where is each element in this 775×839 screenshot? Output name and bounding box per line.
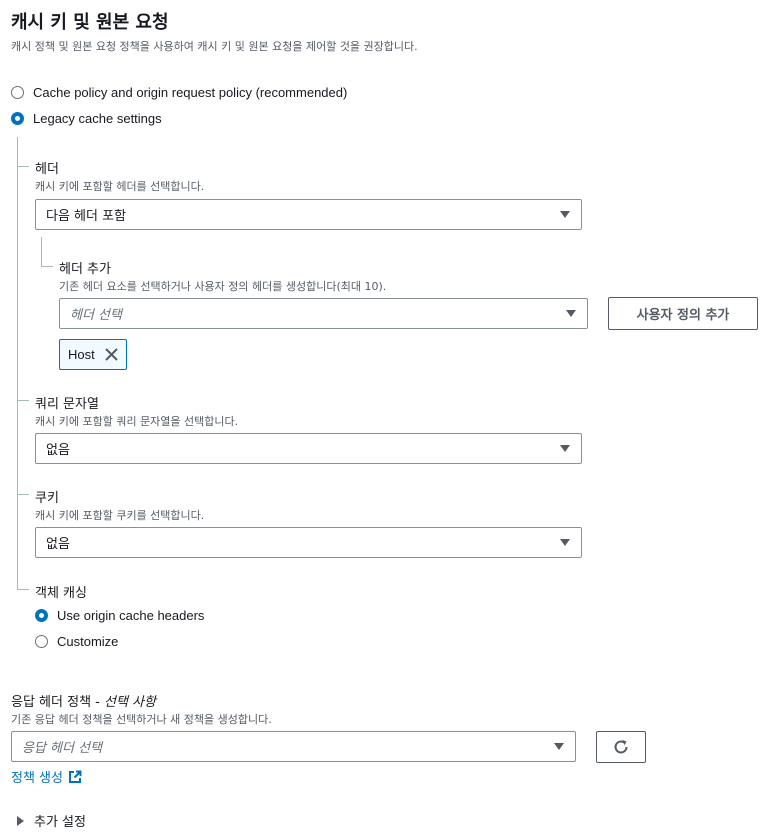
cookies-select-value: 없음 [46, 537, 70, 552]
headers-select[interactable]: 다음 헤더 포함 [35, 199, 582, 230]
radio-label: Cache policy and origin request policy (… [33, 85, 348, 100]
response-headers-label-text: 응답 헤더 정책 - [11, 695, 104, 710]
external-link-icon [68, 770, 82, 784]
add-header-description: 기존 헤더 요소를 선택하거나 사용자 정의 헤더를 생성합니다(최대 10). [59, 280, 387, 293]
tree-branch [17, 589, 29, 590]
radio-label: Customize [57, 634, 119, 649]
header-select[interactable]: 헤더 선택 [59, 298, 588, 329]
tree-branch [17, 494, 29, 495]
cookies-label: 쿠키 [35, 491, 59, 506]
tree-branch [17, 400, 29, 401]
radio-button[interactable] [35, 609, 48, 622]
additional-settings-expander[interactable]: 추가 설정 [17, 811, 86, 830]
tree-line [17, 137, 18, 590]
refresh-icon [612, 738, 630, 756]
create-policy-link-text[interactable]: 정책 생성 [11, 767, 63, 786]
add-header-label: 헤더 추가 [59, 262, 111, 277]
caret-down-icon [560, 211, 570, 218]
optional-text: 선택 사항 [103, 695, 156, 710]
radio-button[interactable] [11, 112, 24, 125]
response-headers-select[interactable]: 응답 헤더 선택 [11, 731, 576, 762]
close-icon[interactable] [105, 348, 118, 361]
caret-down-icon [554, 743, 564, 750]
tree-branch [17, 166, 29, 167]
section-description: 캐시 정책 및 원본 요청 정책을 사용하여 캐시 키 및 원본 요청을 제어할… [11, 40, 418, 53]
cookies-select[interactable]: 없음 [35, 527, 582, 558]
create-policy-link[interactable]: 정책 생성 [11, 767, 82, 786]
radio-customize[interactable]: Customize [35, 634, 118, 649]
caret-down-icon [560, 539, 570, 546]
query-strings-select-value: 없음 [46, 443, 70, 458]
radio-label: Use origin cache headers [57, 608, 205, 623]
object-caching-label: 객체 캐싱 [35, 586, 87, 601]
header-token: Host [59, 339, 127, 370]
radio-legacy-cache[interactable]: Legacy cache settings [11, 111, 162, 126]
additional-settings-label: 추가 설정 [34, 815, 86, 830]
radio-button[interactable] [11, 86, 24, 99]
tree-branch [41, 266, 53, 267]
headers-description: 캐시 키에 포함할 헤더를 선택합니다. [35, 180, 205, 193]
headers-select-value: 다음 헤더 포함 [46, 209, 127, 224]
radio-label: Legacy cache settings [33, 111, 162, 126]
cookies-description: 캐시 키에 포함할 쿠키를 선택합니다. [35, 509, 205, 522]
query-strings-description: 캐시 키에 포함할 쿼리 문자열을 선택합니다. [35, 415, 239, 428]
add-custom-header-button[interactable]: 사용자 정의 추가 [608, 297, 758, 330]
radio-button[interactable] [35, 635, 48, 648]
token-label: Host [68, 347, 95, 362]
section-title: 캐시 키 및 원본 요청 [11, 12, 169, 33]
caret-right-icon [17, 815, 24, 826]
headers-label: 헤더 [35, 162, 59, 177]
query-strings-label: 쿼리 문자열 [35, 397, 99, 412]
radio-cache-policy[interactable]: Cache policy and origin request policy (… [11, 85, 347, 100]
tree-line [41, 237, 42, 267]
query-strings-select[interactable]: 없음 [35, 433, 582, 464]
header-select-placeholder: 헤더 선택 [70, 308, 122, 323]
refresh-button[interactable] [596, 731, 646, 763]
response-headers-description: 기존 응답 헤더 정책을 선택하거나 새 정책을 생성합니다. [11, 713, 272, 726]
radio-use-origin-cache-headers[interactable]: Use origin cache headers [35, 608, 204, 623]
caret-down-icon [560, 445, 570, 452]
response-headers-placeholder: 응답 헤더 선택 [22, 741, 103, 756]
response-headers-label: 응답 헤더 정책 - 선택 사항 [11, 691, 156, 710]
caret-down-icon [566, 310, 576, 317]
